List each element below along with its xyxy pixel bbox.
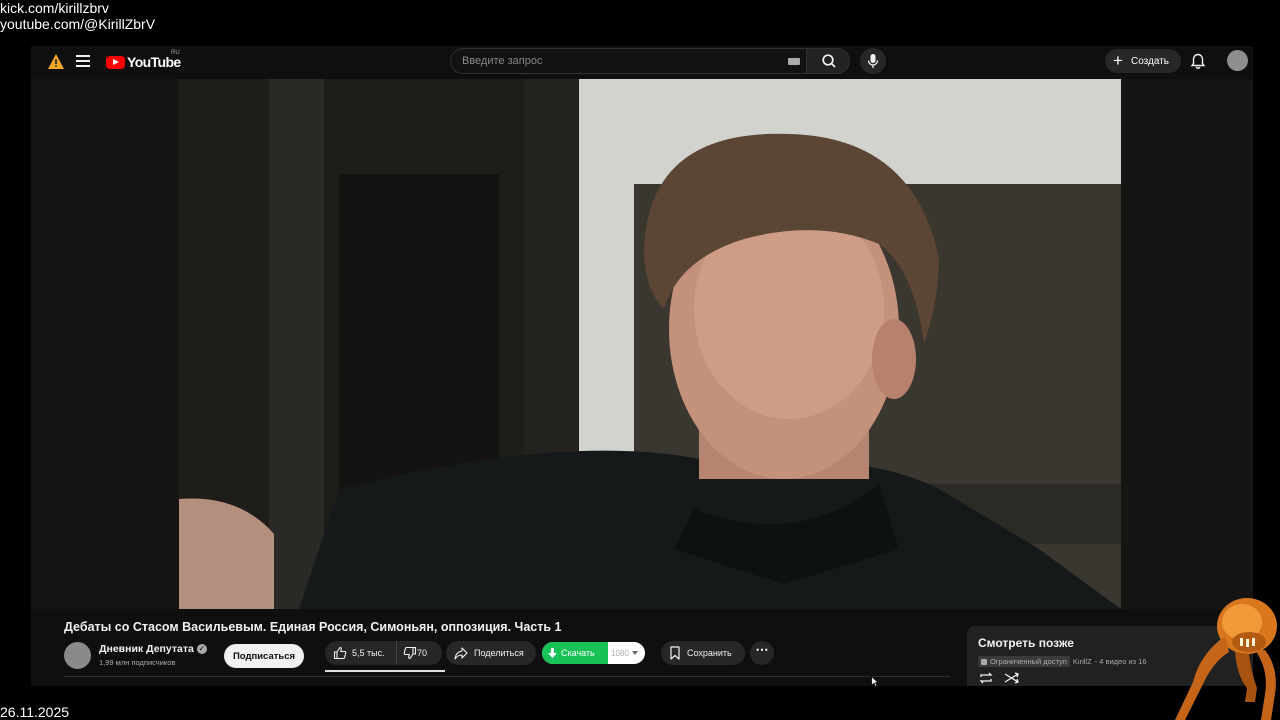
video-title: Дебаты со Стасом Васильевым. Единая Росс… bbox=[64, 620, 562, 634]
youtube-logo-icon bbox=[106, 55, 125, 69]
search-box bbox=[450, 48, 806, 74]
subscribe-button[interactable]: Подписаться bbox=[224, 644, 304, 668]
playlist-meta: Ограниченный доступ KirillZ - 4 видео из… bbox=[978, 656, 1147, 667]
share-button[interactable]: Поделиться bbox=[446, 641, 536, 665]
loop-icon[interactable] bbox=[978, 672, 994, 684]
quality-value: 1080 bbox=[611, 648, 629, 658]
video-frame[interactable] bbox=[179, 79, 1121, 609]
share-label: Поделиться bbox=[474, 648, 524, 658]
chevron-down-icon bbox=[631, 651, 638, 655]
video-still bbox=[179, 79, 1121, 609]
divider bbox=[64, 676, 950, 677]
create-label: Создать bbox=[1131, 55, 1170, 67]
search-input[interactable] bbox=[462, 49, 762, 73]
youtube-window: YouTube RU + Создать bbox=[31, 46, 1253, 686]
save-button[interactable]: Сохранить bbox=[661, 641, 745, 665]
search-button[interactable] bbox=[806, 48, 850, 74]
youtube-logo-text: YouTube bbox=[127, 54, 181, 70]
share-icon bbox=[454, 646, 468, 660]
access-label: Ограниченный доступ bbox=[990, 657, 1067, 666]
like-count: 5,5 тыс. bbox=[352, 648, 385, 658]
lock-icon bbox=[981, 658, 987, 665]
download-label: Скачать bbox=[561, 648, 595, 658]
stream-overlay-youtube: youtube.com/@KirillZbrV bbox=[0, 16, 156, 32]
country-code: RU bbox=[171, 50, 180, 56]
more-icon[interactable]: ⋯ bbox=[750, 641, 774, 665]
warning-icon[interactable] bbox=[48, 54, 64, 69]
like-button[interactable]: 5,5 тыс. bbox=[325, 641, 397, 665]
channel-name[interactable]: Дневник Депутата bbox=[99, 643, 194, 655]
playlist-owner[interactable]: KirillZ bbox=[1073, 657, 1092, 666]
masthead: YouTube RU + Создать bbox=[31, 46, 1253, 78]
youtube-logo[interactable]: YouTube bbox=[106, 53, 181, 71]
stream-overlay-kick: kick.com/kirillzbrv bbox=[0, 0, 109, 16]
verified-icon: ✓ bbox=[197, 644, 207, 654]
download-group: Скачать 1080 bbox=[542, 642, 645, 664]
subscriber-count: 1,99 млн подписчиков bbox=[99, 658, 176, 667]
like-underline bbox=[325, 670, 445, 672]
channel-avatar[interactable] bbox=[64, 642, 91, 669]
stream-overlay-date: 26.11.2025 bbox=[0, 704, 70, 720]
playlist-title[interactable]: Смотреть позже bbox=[978, 636, 1074, 650]
quality-select[interactable]: 1080 bbox=[608, 642, 638, 664]
cursor-icon bbox=[871, 676, 879, 688]
mic-icon bbox=[867, 54, 879, 68]
bell-icon[interactable] bbox=[1190, 53, 1206, 70]
thumbs-down-icon bbox=[403, 646, 417, 660]
download-icon bbox=[548, 647, 557, 658]
plus-icon: + bbox=[1113, 51, 1123, 70]
voice-search-button[interactable] bbox=[860, 48, 886, 74]
shuffle-icon[interactable] bbox=[1004, 672, 1020, 684]
thumbs-up-icon bbox=[333, 646, 347, 660]
like-dislike-group: 5,5 тыс. 70 bbox=[325, 641, 442, 665]
save-label: Сохранить bbox=[687, 648, 732, 658]
bookmark-icon bbox=[670, 646, 680, 660]
search-icon bbox=[822, 54, 836, 68]
dislike-count: 70 bbox=[417, 648, 428, 658]
create-button[interactable]: + Создать bbox=[1105, 49, 1181, 73]
mascot-character-icon bbox=[1175, 598, 1277, 720]
playlist-count: - 4 видео из 16 bbox=[1094, 657, 1147, 666]
dislike-button[interactable]: 70 bbox=[397, 646, 427, 660]
keyboard-icon[interactable] bbox=[788, 58, 800, 65]
video-player[interactable] bbox=[31, 79, 1253, 609]
account-avatar[interactable] bbox=[1227, 50, 1248, 71]
menu-icon[interactable] bbox=[76, 55, 90, 67]
download-button[interactable]: Скачать bbox=[542, 642, 608, 664]
access-badge: Ограниченный доступ bbox=[978, 656, 1070, 667]
